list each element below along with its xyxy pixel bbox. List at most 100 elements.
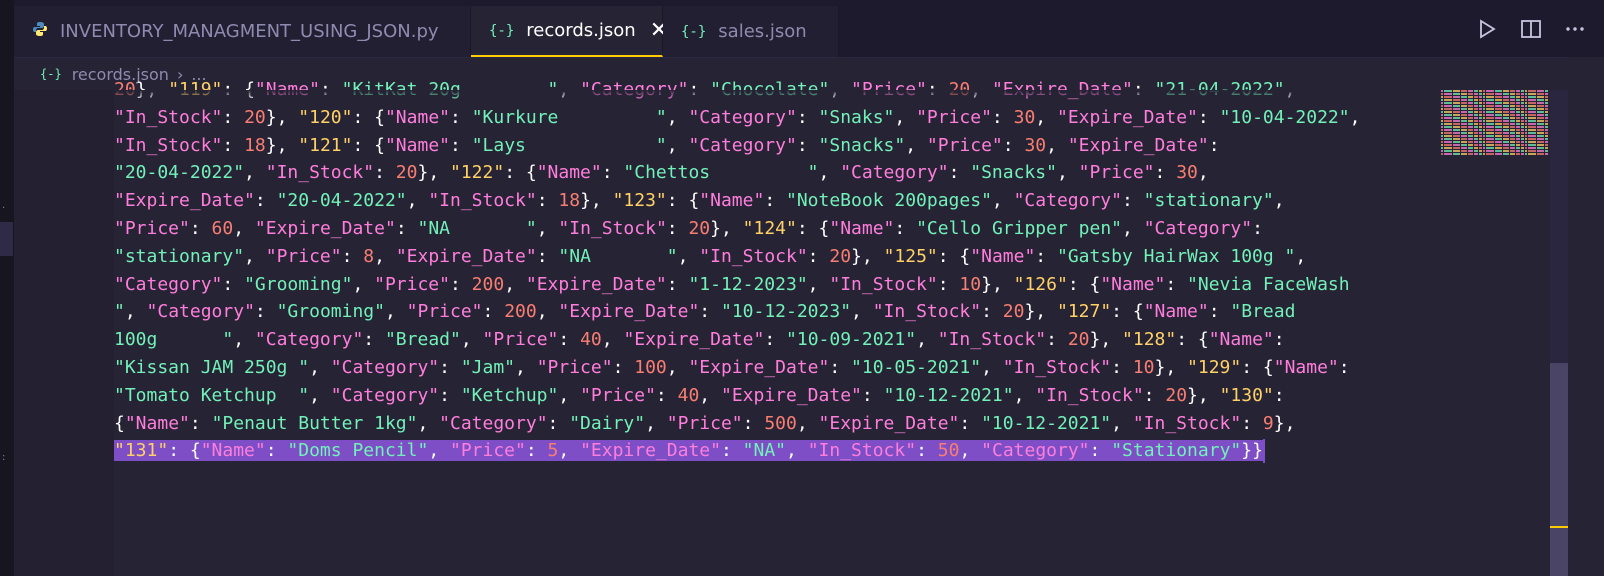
code-token: 20 (1002, 301, 1025, 323)
code-line-selected[interactable]: "131": {"Name": "Doms Pencil", "Price": … (114, 437, 1434, 465)
minimap-token (1444, 108, 1452, 110)
code-token: "stationary" (114, 245, 245, 267)
code-token: "Lays " (471, 134, 667, 156)
minimap-token (1479, 90, 1482, 92)
code-line[interactable]: "In_Stock": 20}, "120": {"Name": "Kurkur… (114, 104, 1434, 132)
minimap-token (1525, 144, 1527, 146)
minimap-token (1479, 141, 1482, 143)
code-token: }, (981, 273, 1014, 295)
minimap-token (1479, 129, 1482, 131)
code-line[interactable]: "20-04-2022", "In_Stock": 20}, "122": {"… (114, 159, 1434, 187)
minimap-token (1468, 129, 1473, 131)
minimap-token (1503, 153, 1509, 155)
minimap-token (1545, 135, 1548, 137)
minimap-token (1486, 135, 1494, 137)
code-line[interactable]: "In_Stock": 18}, "121": {"Name": "Lays "… (114, 132, 1434, 160)
minimap-token (1474, 96, 1478, 98)
minimap-token (1453, 141, 1460, 143)
run-icon[interactable] (1476, 18, 1498, 40)
minimap-token (1444, 114, 1452, 116)
code-token: : (374, 162, 396, 184)
minimap-token (1495, 99, 1502, 101)
minimap-token (1495, 141, 1502, 143)
minimap-token (1525, 138, 1527, 140)
code-token: : { (1111, 301, 1144, 323)
code-token: "Category" (688, 106, 797, 128)
minimap-token (1444, 102, 1452, 104)
code-token: : (796, 134, 819, 156)
code-token: "10-12-2021" (883, 384, 1014, 406)
code-line[interactable]: "Category": "Grooming", "Price": 200, "E… (114, 271, 1434, 299)
minimap-token (1479, 93, 1482, 95)
code-token: : (1143, 384, 1166, 406)
minimap-token (1528, 117, 1536, 119)
editor-actions (1476, 18, 1586, 40)
tab-inventory-py[interactable]: INVENTORY_MANAGMENT_USING_JSON.py (14, 6, 471, 57)
code-token: , (558, 440, 581, 462)
minimap-token (1525, 120, 1527, 122)
minimap-token (1510, 90, 1515, 92)
minimap-token (1483, 150, 1485, 152)
minimap-token (1441, 153, 1443, 155)
code-token: 100g " (114, 329, 234, 351)
code-line[interactable]: "Expire_Date": "20-04-2022", "In_Stock":… (114, 187, 1434, 215)
code-token: : (547, 412, 570, 434)
code-token: : (720, 440, 743, 462)
minimap-token (1495, 96, 1502, 98)
minimap-token (1545, 147, 1548, 149)
code-line[interactable]: "Kissan JAM 250g ", "Category": "Jam", "… (114, 354, 1434, 382)
minimap-token (1441, 117, 1443, 119)
code-token: "Name" (699, 190, 765, 212)
minimap-token (1521, 132, 1524, 134)
tab-sales-json[interactable]: {-} sales.json (663, 6, 839, 57)
minimap-token (1461, 147, 1467, 149)
minimap-token (1503, 147, 1509, 149)
minimap-token (1495, 111, 1502, 113)
code-token: "Expire_Date" (395, 245, 537, 267)
minimap-token (1528, 129, 1536, 131)
minimap-token (1510, 108, 1515, 110)
code-token: "Expire_Date" (688, 356, 830, 378)
minimap-token (1545, 117, 1548, 119)
code-editor[interactable]: 20}, "119": {"Name": "KitKat 20g ", "Cat… (114, 76, 1434, 576)
code-token: }, (1273, 412, 1296, 434)
code-token: : (1208, 134, 1220, 156)
tab-records-json[interactable]: {-} records.json ✕ (471, 6, 668, 57)
minimap-token (1444, 129, 1452, 131)
code-line[interactable]: 100g ", "Category": "Bread", "Price": 40… (114, 326, 1434, 354)
minimap-token (1441, 150, 1443, 152)
code-token: 9 (1262, 412, 1274, 434)
code-token: : (1208, 301, 1231, 323)
minimap-token (1537, 129, 1544, 131)
minimap-token (1503, 93, 1509, 95)
code-line[interactable]: {"Name": "Penaut Butter 1kg", "Category"… (114, 410, 1434, 438)
code-line[interactable]: "Price": 60, "Expire_Date": "NA ", "In_S… (114, 215, 1434, 243)
code-token: : (764, 329, 787, 351)
minimap-token (1468, 147, 1473, 149)
more-actions-icon[interactable] (1564, 18, 1586, 40)
code-token: : (1002, 134, 1025, 156)
code-token: : (948, 162, 971, 184)
code-token: "Kissan JAM 250g " (114, 356, 310, 378)
minimap-token (1444, 111, 1452, 113)
split-editor-icon[interactable] (1520, 18, 1542, 40)
minimap-token (1510, 99, 1515, 101)
minimap[interactable] (1440, 90, 1550, 156)
code-line[interactable]: ", "Category": "Grooming", "Price": 200,… (114, 298, 1434, 326)
minimap-token (1516, 123, 1520, 125)
vertical-scrollbar-thumb[interactable] (1550, 363, 1568, 576)
code-token: "In_Stock" (1002, 356, 1112, 378)
code-token: "Snacks" (818, 134, 906, 156)
code-token: , (1349, 106, 1361, 128)
code-token: "122" (450, 162, 505, 184)
code-line[interactable]: "stationary", "Price": 8, "Expire_Date":… (114, 243, 1434, 271)
minimap-token (1495, 135, 1502, 137)
minimap-token (1528, 96, 1536, 98)
code-line[interactable]: "Tomato Ketchup ", "Category": "Ketchup"… (114, 382, 1434, 410)
minimap-token (1461, 144, 1467, 146)
minimap-token (1486, 102, 1494, 104)
minimap-token (1545, 123, 1548, 125)
code-token: , (558, 384, 581, 406)
code-token: "In_Stock" (1035, 384, 1144, 406)
minimap-token (1474, 141, 1478, 143)
